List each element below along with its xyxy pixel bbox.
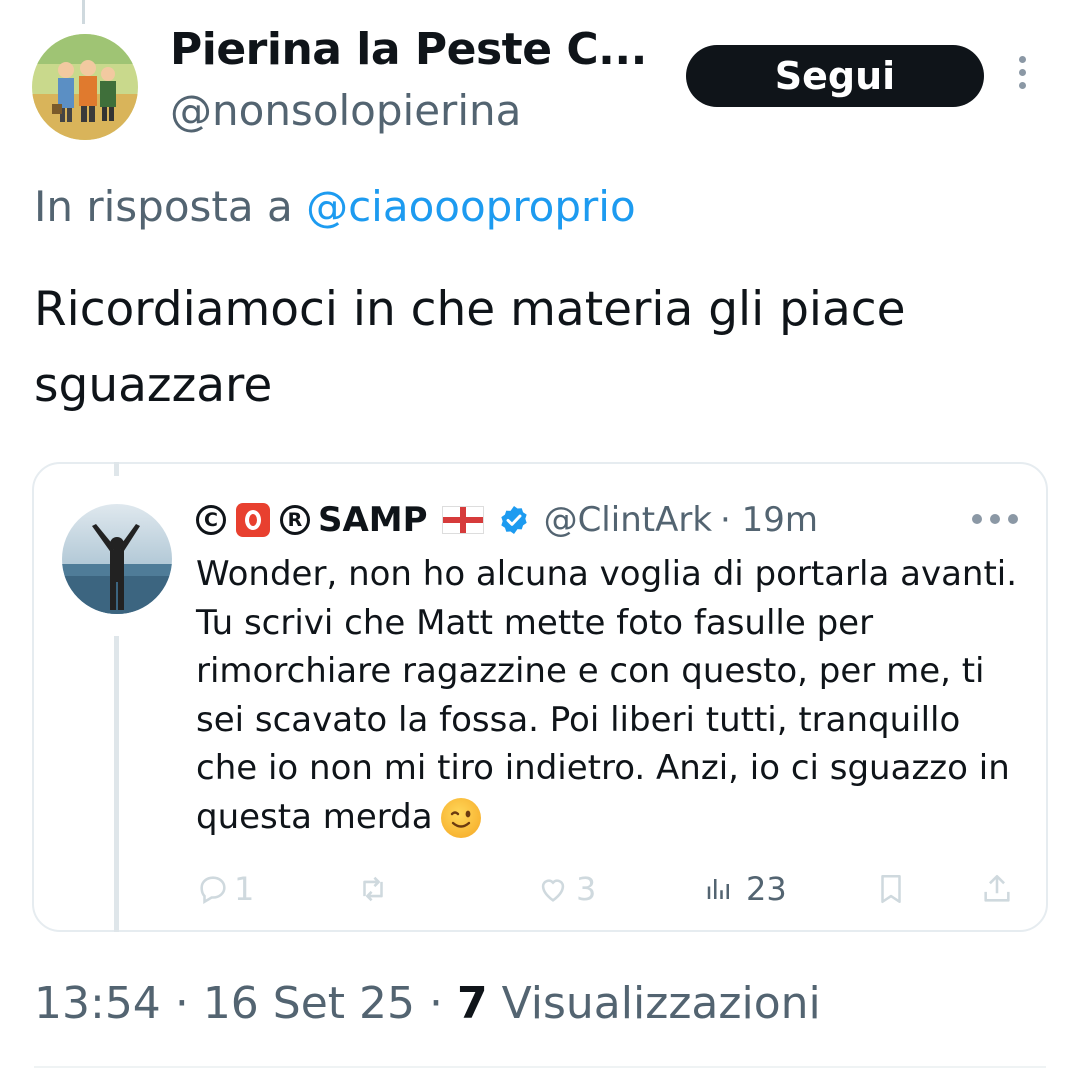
views-icon — [707, 879, 729, 899]
author-display-name[interactable]: Pierina la Peste C... — [170, 24, 647, 75]
red-o-badge-icon — [236, 503, 270, 537]
reply-icon — [200, 876, 226, 905]
flag-icon — [441, 506, 484, 534]
registered-badge-icon: R — [280, 505, 310, 535]
reply-action[interactable]: 1 — [196, 864, 254, 914]
like-action[interactable]: 3 — [536, 864, 596, 914]
quoted-tweet-text: Wonder, non ho alcuna voglia di portarla… — [196, 550, 1026, 841]
verified-badge-icon — [500, 506, 527, 534]
tweet-time: 13:54 — [34, 978, 161, 1029]
follow-button[interactable]: Segui — [686, 45, 984, 107]
quoted-author-avatar[interactable] — [62, 504, 172, 614]
divider — [34, 1066, 1046, 1068]
thread-connector-line — [82, 0, 85, 24]
reply-prefix: In risposta a — [34, 182, 293, 231]
retweet-action[interactable] — [356, 864, 390, 914]
quote-thread-line-gap — [110, 612, 122, 636]
views-action[interactable]: 23 — [704, 864, 787, 914]
quoted-tweet-body: Wonder, non ho alcuna voglia di portarla… — [196, 554, 1018, 837]
quoted-tweet-actions: 1 3 23 — [196, 864, 1026, 914]
like-icon — [541, 879, 565, 902]
reply-context: In risposta a @ciaoooproprio — [34, 182, 636, 231]
quoted-author-name[interactable]: SAMP — [318, 500, 428, 540]
quoted-tweet-header: C R SAMP @ClintArk · 19m — [196, 500, 818, 540]
author-handle[interactable]: @nonsolopierina — [170, 86, 521, 135]
tweet-views-count: 7 — [457, 978, 488, 1029]
copyright-badge-icon: C — [196, 505, 226, 535]
tweet-metadata: 13:54 · 16 Set 25 · 7 Visualizzazioni — [34, 978, 821, 1029]
bookmark-icon — [881, 874, 901, 904]
wink-emoji-icon — [440, 798, 481, 838]
more-vertical-icon[interactable] — [1012, 56, 1032, 96]
more-horizontal-icon[interactable] — [972, 514, 1018, 526]
quoted-author-handle[interactable]: @ClintArk — [544, 500, 712, 540]
share-icon — [984, 874, 1010, 902]
reply-to-handle-link[interactable]: @ciaoooproprio — [306, 182, 636, 231]
meta-separator: · — [429, 978, 444, 1029]
quote-thread-line-gap — [110, 476, 122, 506]
meta-separator: · — [174, 978, 189, 1029]
bookmark-action[interactable] — [874, 864, 908, 914]
views-count: 23 — [746, 870, 787, 908]
quoted-tweet-time: · 19m — [720, 500, 819, 540]
tweet-text: Ricordiamoci in che materia gli piace sg… — [34, 282, 906, 413]
tweet-date: 16 Set 25 — [202, 978, 416, 1029]
like-count: 3 — [576, 870, 597, 908]
tweet-views-label[interactable]: Visualizzazioni — [502, 978, 821, 1029]
share-action[interactable] — [980, 864, 1014, 914]
reply-count: 1 — [234, 870, 255, 908]
author-avatar[interactable] — [32, 34, 138, 140]
retweet-icon — [363, 876, 383, 902]
